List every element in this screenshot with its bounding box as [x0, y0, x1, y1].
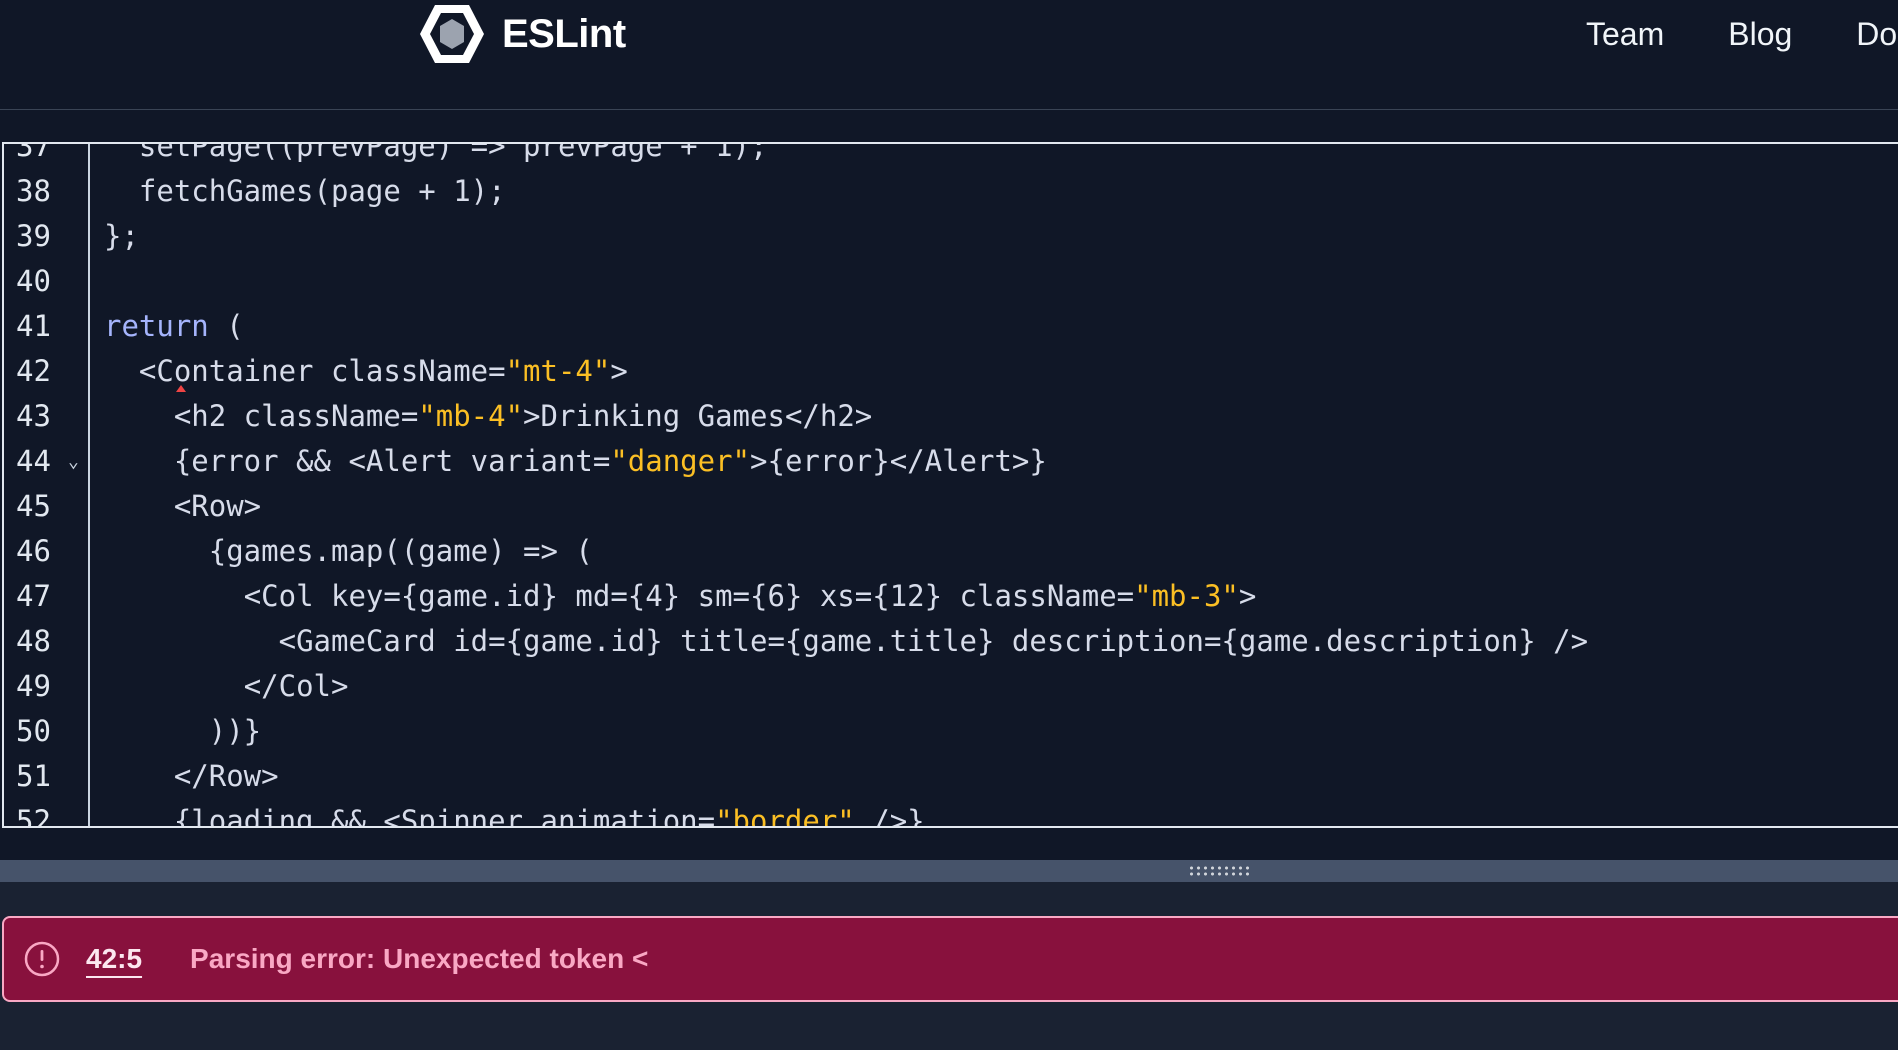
- brand-name: ESLint: [502, 11, 626, 56]
- code-text: };: [104, 214, 139, 259]
- line-number: 45: [16, 489, 51, 523]
- line-number: 42: [16, 354, 51, 388]
- line-number: 50: [16, 714, 51, 748]
- code-token: <GameCard id={game.id} title={game.title…: [278, 624, 1589, 658]
- code-line[interactable]: 41 return (: [4, 304, 1898, 349]
- line-number: 44: [16, 444, 51, 478]
- code-token: setPage((prevPage) => prevPage + 1);: [138, 142, 768, 163]
- site-header: ESLint Team Blog Docs: [0, 0, 1898, 110]
- code-line[interactable]: 37 setPage((prevPage) => prevPage + 1);: [4, 142, 1898, 169]
- nav-team-link[interactable]: Team: [1586, 16, 1664, 53]
- code-line[interactable]: 42 <Container className="mt-4">: [4, 349, 1898, 394]
- code-token: <Col key={game.id} md={4} sm={6} xs={12}…: [243, 579, 1135, 613]
- code-line[interactable]: 49 </Col>: [4, 664, 1898, 709]
- code-token: {error && <Alert variant=: [173, 444, 611, 478]
- code-line[interactable]: 40: [4, 259, 1898, 304]
- code-text: <Col key={game.id} md={4} sm={6} xs={12}…: [104, 574, 1257, 619]
- code-token: >: [610, 354, 628, 388]
- string-token: "mt-4": [505, 354, 611, 388]
- code-line[interactable]: 46 {games.map((game) => (: [4, 529, 1898, 574]
- code-line[interactable]: 50 ))}: [4, 709, 1898, 754]
- code-line[interactable]: 48 <GameCard id={game.id} title={game.ti…: [4, 619, 1898, 664]
- code-text: </Col>: [104, 664, 349, 709]
- code-token: {games.map((game) => (: [208, 534, 593, 568]
- code-token: <Row>: [173, 489, 262, 523]
- code-text: <Row>: [104, 484, 261, 529]
- code-token: {loading && <Spinner animation=: [173, 804, 716, 828]
- line-number: 41: [16, 309, 51, 343]
- line-number: 38: [16, 174, 51, 208]
- line-number: 46: [16, 534, 51, 568]
- code-token: ))}: [208, 714, 262, 748]
- line-number: 40: [16, 264, 51, 298]
- line-number: 37: [16, 142, 51, 163]
- code-line[interactable]: 45 <Row>: [4, 484, 1898, 529]
- eslint-logo[interactable]: ESLint: [418, 2, 626, 66]
- code-token: </Col>: [243, 669, 349, 703]
- string-token: "mb-4": [418, 399, 524, 433]
- string-token: "border": [715, 804, 855, 828]
- code-lines: 37 setPage((prevPage) => prevPage + 1); 3…: [4, 142, 1898, 828]
- code-token: <Container className=: [138, 354, 506, 388]
- line-number: 49: [16, 669, 51, 703]
- code-text: return (: [104, 304, 244, 349]
- code-text: fetchGames(page + 1);: [104, 169, 506, 214]
- line-number: 48: [16, 624, 51, 658]
- main-nav: Team Blog Docs: [1586, 16, 1898, 53]
- code-line[interactable]: 43 <h2 className="mb-4">Drinking Games</…: [4, 394, 1898, 439]
- nav-blog-link[interactable]: Blog: [1728, 16, 1792, 53]
- code-token: fetchGames(page + 1);: [138, 174, 506, 208]
- panel-resize-handle[interactable]: [0, 860, 1898, 882]
- code-token: </Row>: [173, 759, 279, 793]
- code-text: {error && <Alert variant="danger">{error…: [104, 439, 1047, 484]
- code-token: <h2 className=: [173, 399, 419, 433]
- error-message-text: Parsing error: Unexpected token <: [190, 943, 649, 974]
- code-line[interactable]: 39};: [4, 214, 1898, 259]
- code-token: >: [1238, 579, 1257, 613]
- line-number: 51: [16, 759, 51, 793]
- code-text: setPage((prevPage) => prevPage + 1);: [104, 142, 768, 169]
- error-squiggle-marker: [176, 385, 186, 392]
- code-line[interactable]: 47 <Col key={game.id} md={4} sm={6} xs={…: [4, 574, 1898, 619]
- code-text: ))}: [104, 709, 261, 754]
- nav-docs-link[interactable]: Docs: [1856, 16, 1898, 53]
- line-number: 52: [16, 804, 51, 828]
- code-text: </Row>: [104, 754, 279, 799]
- code-line[interactable]: 38 fetchGames(page + 1);: [4, 169, 1898, 214]
- line-number: 47: [16, 579, 51, 613]
- code-token: >Drinking Games</h2>: [523, 399, 873, 433]
- line-number: 43: [16, 399, 51, 433]
- line-number: 39: [16, 219, 51, 253]
- parse-error-message: 42:5 Parsing error: Unexpected token <: [2, 916, 1898, 1002]
- code-token: >{error}</Alert>}: [750, 444, 1047, 478]
- code-editor[interactable]: 37 setPage((prevPage) => prevPage + 1); 3…: [2, 142, 1898, 828]
- eslint-hexagon-icon: [420, 5, 484, 63]
- code-token: };: [104, 219, 139, 253]
- code-line[interactable]: 44 ⌄ {error && <Alert variant="danger">{e…: [4, 439, 1898, 484]
- code-token: (: [208, 309, 244, 343]
- error-circle-icon: [22, 939, 62, 979]
- error-location-link[interactable]: 42:5: [86, 943, 142, 975]
- code-text: <GameCard id={game.id} title={game.title…: [104, 619, 1588, 664]
- drag-grip-icon[interactable]: [1188, 865, 1250, 877]
- code-line[interactable]: 52 {loading && <Spinner animation="borde…: [4, 799, 1898, 828]
- code-token: />}: [854, 804, 925, 828]
- string-token: "mb-3": [1134, 579, 1239, 613]
- code-text: {loading && <Spinner animation="border" …: [104, 799, 925, 828]
- code-text: <h2 className="mb-4">Drinking Games</h2>: [104, 394, 872, 439]
- code-text: {games.map((game) => (: [104, 529, 593, 574]
- keyword-token: return: [104, 309, 209, 343]
- code-line[interactable]: 51 </Row>: [4, 754, 1898, 799]
- string-token: "danger": [610, 444, 751, 478]
- fold-chevron-icon[interactable]: ⌄: [68, 439, 79, 484]
